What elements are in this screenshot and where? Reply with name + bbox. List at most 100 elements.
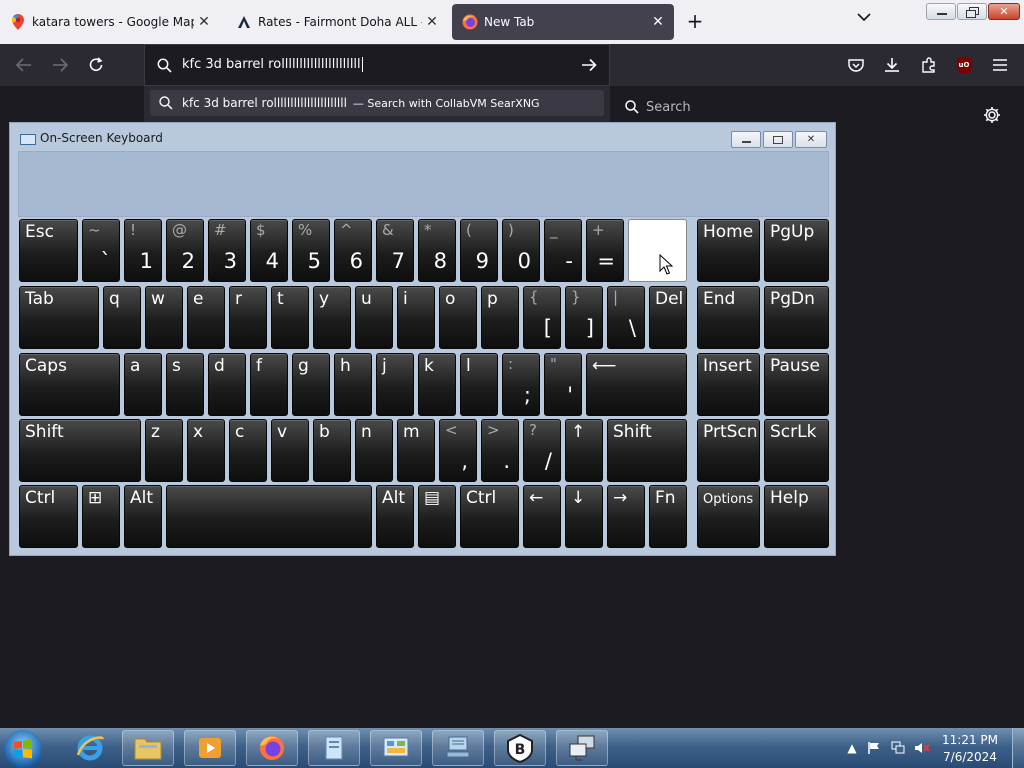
key-6[interactable]: ^ 6 — [334, 219, 372, 282]
url-bar[interactable]: kfc 3d barrel rollllllllllllllllllllll — [144, 44, 610, 86]
key-comma[interactable]: <, — [439, 419, 477, 482]
minimize-button[interactable] — [926, 3, 956, 20]
key-pgup[interactable]: PgUp — [764, 219, 829, 282]
start-button[interactable] — [4, 730, 42, 768]
close-icon[interactable]: ✕ — [422, 12, 442, 32]
close-icon[interactable]: ✕ — [648, 12, 668, 32]
downloads-button[interactable] — [880, 54, 904, 76]
key-end[interactable]: End — [697, 286, 760, 349]
key-semicolon[interactable]: :; — [502, 353, 540, 416]
key-4[interactable]: $4 — [250, 219, 288, 282]
key-rshift[interactable]: Shift — [607, 419, 687, 482]
search-bar[interactable]: Search — [616, 92, 804, 124]
restore-button[interactable] — [957, 3, 987, 20]
key-backspace[interactable] — [628, 219, 687, 282]
suggestion-row[interactable]: kfc 3d barrel rollllllllllllllllllllll —… — [150, 90, 604, 116]
key-2[interactable]: @2 — [166, 219, 204, 282]
action-center-flag-icon[interactable] — [866, 740, 882, 756]
key-backslash[interactable]: | \ — [607, 286, 645, 349]
key-1[interactable]: ! 1 — [124, 219, 162, 282]
firefox-taskbar-button[interactable] — [246, 730, 298, 766]
key-prtscn[interactable]: PrtScn — [697, 419, 760, 482]
key-z[interactable]: z — [145, 419, 183, 482]
tab-fairmont-rates[interactable]: Rates - Fairmont Doha ALL - Ac ✕ — [226, 4, 448, 40]
menu-button[interactable] — [988, 54, 1012, 76]
key-o[interactable]: o — [439, 286, 477, 349]
key-quote[interactable]: " ' — [544, 353, 582, 416]
key-esc[interactable]: Esc — [19, 219, 78, 282]
key-pause[interactable]: Pause — [764, 353, 829, 416]
key-5[interactable]: % 5 — [292, 219, 330, 282]
internet-explorer-taskbar-button[interactable] — [64, 730, 116, 766]
key-l[interactable]: l — [460, 353, 498, 416]
osk-restore-button[interactable] — [763, 131, 793, 148]
key-y[interactable]: y — [313, 286, 351, 349]
key-win[interactable]: ⊞ — [82, 485, 120, 548]
key-j[interactable]: j — [376, 353, 414, 416]
key-f[interactable]: f — [250, 353, 288, 416]
back-button[interactable] — [12, 54, 36, 76]
key-menu[interactable]: ▤ — [418, 485, 456, 548]
key-u[interactable]: u — [355, 286, 393, 349]
show-desktop-button[interactable] — [1012, 728, 1024, 768]
tab-new-tab[interactable]: New Tab ✕ — [452, 4, 674, 40]
media-player-taskbar-button[interactable] — [184, 730, 236, 766]
key-3[interactable]: #3 — [208, 219, 246, 282]
key-8[interactable]: * 8 — [418, 219, 456, 282]
key-fn[interactable]: Fn — [649, 485, 687, 548]
key-rctrl[interactable]: Ctrl — [460, 485, 519, 548]
bitwarden-taskbar-button[interactable]: B — [494, 730, 546, 766]
key-home[interactable]: Home — [697, 219, 760, 282]
key-e[interactable]: e — [187, 286, 225, 349]
key-n[interactable]: n — [355, 419, 393, 482]
new-tab-button[interactable]: + — [684, 10, 706, 34]
key-v[interactable]: v — [271, 419, 309, 482]
key-h[interactable]: h — [334, 353, 372, 416]
key-lalt[interactable]: Alt — [124, 485, 162, 548]
go-arrow-icon[interactable] — [581, 58, 597, 72]
key-a[interactable]: a — [124, 353, 162, 416]
key-right[interactable]: → — [607, 485, 645, 548]
close-window-button[interactable]: ✕ — [988, 3, 1020, 20]
key-q[interactable]: q — [103, 286, 141, 349]
key-k[interactable]: k — [418, 353, 456, 416]
file-explorer-taskbar-button[interactable] — [122, 730, 174, 766]
key-period[interactable]: >. — [481, 419, 519, 482]
network-app-taskbar-button[interactable] — [432, 730, 484, 766]
key-r[interactable]: r — [229, 286, 267, 349]
key-minus[interactable]: _ - — [544, 219, 582, 282]
extensions-button[interactable] — [917, 54, 941, 76]
key-x[interactable]: x — [187, 419, 225, 482]
key-9[interactable]: (9 — [460, 219, 498, 282]
key-0[interactable]: ) 0 — [502, 219, 540, 282]
key-down[interactable]: ↓ — [565, 485, 603, 548]
key-help[interactable]: Help — [764, 485, 829, 548]
reload-button[interactable] — [84, 54, 108, 76]
generic-app-taskbar-button[interactable] — [308, 730, 360, 766]
key-up[interactable]: ↑ — [565, 419, 603, 482]
key-enter[interactable]: ⟵ — [586, 353, 687, 416]
tab-google-maps[interactable]: katara towers - Google Maps ✕ — [0, 4, 220, 40]
key-caps[interactable]: Caps — [19, 353, 120, 416]
key-lctrl[interactable]: Ctrl — [19, 485, 78, 548]
control-panel-taskbar-button[interactable] — [370, 730, 422, 766]
key-d[interactable]: d — [208, 353, 246, 416]
key-tab[interactable]: Tab — [19, 286, 99, 349]
show-hidden-icons-button[interactable]: ▲ — [844, 740, 860, 756]
key-del[interactable]: Del — [649, 286, 687, 349]
pocket-button[interactable] — [844, 54, 868, 76]
osk-minimize-button[interactable] — [731, 131, 761, 148]
close-icon[interactable]: ✕ — [194, 12, 214, 32]
remote-desktop-taskbar-button[interactable] — [556, 730, 608, 766]
key-scrlk[interactable]: ScrLk — [764, 419, 829, 482]
key-space[interactable] — [166, 485, 372, 548]
volume-muted-icon[interactable] — [914, 740, 930, 756]
key-m[interactable]: m — [397, 419, 435, 482]
key-c[interactable]: c — [229, 419, 267, 482]
network-tray-icon[interactable] — [890, 740, 906, 756]
key-insert[interactable]: Insert — [697, 353, 760, 416]
key-lshift[interactable]: Shift — [19, 419, 141, 482]
osk-close-button[interactable]: ✕ — [795, 131, 827, 148]
key-rbracket[interactable]: }] — [565, 286, 603, 349]
url-input[interactable]: kfc 3d barrel rollllllllllllllllllllll — [182, 57, 363, 72]
